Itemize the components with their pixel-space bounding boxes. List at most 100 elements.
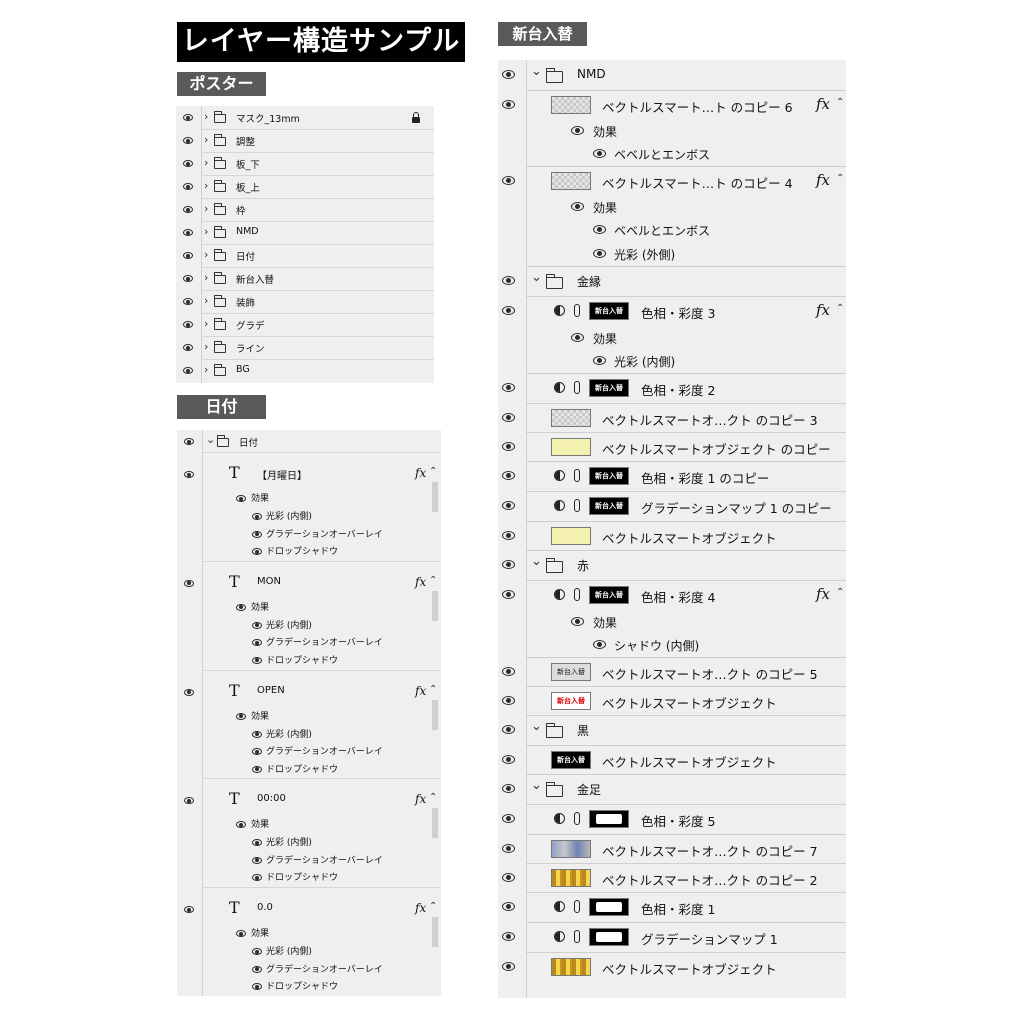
effect-eye-icon[interactable] xyxy=(252,948,262,956)
caret-up-icon[interactable]: ⌃ xyxy=(429,901,437,912)
smart-row[interactable]: ベクトルスマート…ト のコピー 4 fx ⌃ xyxy=(498,166,846,195)
fx-icon[interactable]: fx xyxy=(816,301,830,319)
smart-row[interactable]: ベクトルスマートオブジェクト xyxy=(498,521,846,550)
adjust-row[interactable]: 新台入替 色相・彩度 1 のコピー xyxy=(498,461,846,491)
visibility-eye-icon[interactable] xyxy=(502,70,515,79)
layer-row[interactable]: › 枠 xyxy=(176,198,434,221)
effects-eye-icon[interactable] xyxy=(236,712,246,720)
layer-row[interactable]: › BG xyxy=(176,359,434,382)
caret-up-icon[interactable]: ⌃ xyxy=(836,303,844,314)
text-layer-block[interactable]: T 0.0 fx ⌃ 効果 光彩 (内側) グラデーションオーバーレイ ドロップシャドウ xyxy=(177,887,441,996)
visibility-eye-icon[interactable] xyxy=(502,530,515,540)
effect-eye-icon[interactable] xyxy=(252,965,262,973)
group-row[interactable]: ⌄ NMD xyxy=(498,60,846,90)
smart-row[interactable]: ベクトルスマート…ト のコピー 6 fx ⌃ xyxy=(498,90,846,119)
chevron-right-icon[interactable]: › xyxy=(204,363,208,376)
visibility-eye-icon[interactable] xyxy=(502,872,515,882)
visibility-eye-icon[interactable] xyxy=(183,137,193,144)
effects-eye-icon[interactable] xyxy=(236,495,246,502)
chevron-right-icon[interactable]: › xyxy=(204,340,208,353)
chevron-right-icon[interactable]: › xyxy=(204,156,208,169)
visibility-eye-icon[interactable] xyxy=(184,438,194,445)
adjust-row[interactable]: 新台入替 グラデーションマップ 1 のコピー xyxy=(498,491,846,521)
smart-row[interactable]: ベクトルスマートオ…クト のコピー 3 xyxy=(498,403,846,432)
group-row-date[interactable]: ⌄ 日付 xyxy=(177,430,441,452)
visibility-eye-icon[interactable] xyxy=(502,560,515,569)
visibility-eye-icon[interactable] xyxy=(502,306,515,315)
visibility-eye-icon[interactable] xyxy=(183,160,193,167)
effects-row[interactable]: 効果 xyxy=(498,610,846,633)
visibility-eye-icon[interactable] xyxy=(502,412,515,422)
effect-eye-icon[interactable] xyxy=(252,530,262,538)
effect-row[interactable]: ベベルとエンボス xyxy=(498,218,846,242)
chevron-down-icon[interactable]: ⌄ xyxy=(206,433,215,446)
fx-icon[interactable]: fx xyxy=(415,792,426,806)
effect-eye-icon[interactable] xyxy=(252,656,262,664)
caret-up-icon[interactable]: ⌃ xyxy=(429,684,437,695)
effect-eye-icon[interactable] xyxy=(252,548,262,555)
effect-eye-icon[interactable] xyxy=(252,621,262,629)
visibility-eye-icon[interactable] xyxy=(183,183,193,190)
effect-eye-icon[interactable] xyxy=(252,839,262,847)
text-layer-block[interactable]: T OPEN fx ⌃ 効果 光彩 (内側) グラデーションオーバーレイ ドロップシャドウ xyxy=(177,669,441,779)
fx-icon[interactable]: fx xyxy=(415,575,426,589)
smart-row[interactable]: ベクトルスマートオブジェクト xyxy=(498,952,846,981)
effects-eye-icon[interactable] xyxy=(571,125,584,135)
effect-eye-icon[interactable] xyxy=(252,765,262,773)
visibility-eye-icon[interactable] xyxy=(183,275,193,282)
caret-up-icon[interactable]: ⌃ xyxy=(836,173,844,184)
layer-row[interactable]: › マスク_13mm xyxy=(176,106,434,129)
visibility-eye-icon[interactable] xyxy=(502,814,515,823)
visibility-eye-icon[interactable] xyxy=(183,252,193,259)
visibility-eye-icon[interactable] xyxy=(502,961,515,971)
effects-eye-icon[interactable] xyxy=(236,821,246,829)
effect-eye-icon[interactable] xyxy=(252,513,262,520)
text-layer-block[interactable]: T 【月曜日】 fx ⌃ 効果 光彩 (内側) グラデーションオーバーレイ ドロップシャドウ xyxy=(177,452,441,561)
fx-icon[interactable]: fx xyxy=(816,95,830,113)
chevron-down-icon[interactable]: ⌄ xyxy=(531,270,542,285)
effects-row[interactable]: 効果 xyxy=(498,326,846,349)
visibility-eye-icon[interactable] xyxy=(502,383,515,392)
visibility-eye-icon[interactable] xyxy=(502,932,515,941)
visibility-eye-icon[interactable] xyxy=(502,175,515,185)
fx-icon[interactable]: fx xyxy=(415,684,426,698)
effect-row[interactable]: ベベルとエンボス xyxy=(498,142,846,166)
visibility-eye-icon[interactable] xyxy=(502,441,515,451)
visibility-eye-icon[interactable] xyxy=(502,501,515,510)
layer-row[interactable]: › 新台入替 xyxy=(176,267,434,290)
chevron-right-icon[interactable]: › xyxy=(204,248,208,261)
chevron-right-icon[interactable]: › xyxy=(204,225,208,238)
visibility-eye-icon[interactable] xyxy=(183,344,193,351)
group-row[interactable]: ⌄ 黒 xyxy=(498,715,846,745)
visibility-eye-icon[interactable] xyxy=(502,99,515,109)
visibility-eye-icon[interactable] xyxy=(184,906,194,914)
effects-eye-icon[interactable] xyxy=(236,930,246,938)
adjust-row[interactable]: 色相・彩度 5 xyxy=(498,804,846,834)
visibility-eye-icon[interactable] xyxy=(502,666,515,676)
visibility-eye-icon[interactable] xyxy=(502,471,515,480)
effect-row[interactable]: シャドウ (内側) xyxy=(498,633,846,657)
smart-row[interactable]: 新台入替 ベクトルスマートオ…クト のコピー 5 xyxy=(498,657,846,686)
adjust-row[interactable]: 新台入替 色相・彩度 2 xyxy=(498,373,846,403)
effect-eye-icon[interactable] xyxy=(593,640,606,649)
visibility-eye-icon[interactable] xyxy=(502,754,515,764)
effect-row[interactable]: 光彩 (内側) xyxy=(498,349,846,373)
chevron-down-icon[interactable]: ⌄ xyxy=(531,554,542,569)
effect-eye-icon[interactable] xyxy=(252,983,262,991)
layer-row[interactable]: › 調整 xyxy=(176,129,434,152)
caret-up-icon[interactable]: ⌃ xyxy=(429,466,437,477)
adjust-row[interactable]: 新台入替 色相・彩度 4 fx ⌃ xyxy=(498,580,846,610)
smart-row[interactable]: ベクトルスマートオブジェクト のコピー xyxy=(498,432,846,461)
effects-eye-icon[interactable] xyxy=(571,201,584,211)
group-row[interactable]: ⌄ 金縁 xyxy=(498,266,846,296)
caret-up-icon[interactable]: ⌃ xyxy=(429,792,437,803)
effects-row[interactable]: 効果 xyxy=(498,119,846,142)
visibility-eye-icon[interactable] xyxy=(502,276,515,285)
visibility-eye-icon[interactable] xyxy=(183,229,193,236)
chevron-right-icon[interactable]: › xyxy=(204,179,208,192)
effects-eye-icon[interactable] xyxy=(236,603,246,611)
group-row[interactable]: ⌄ 赤 xyxy=(498,550,846,580)
adjust-row[interactable]: 新台入替 色相・彩度 3 fx ⌃ xyxy=(498,296,846,326)
layer-row[interactable]: › 板_下 xyxy=(176,152,434,175)
smart-row[interactable]: ベクトルスマートオ…クト のコピー 7 xyxy=(498,834,846,863)
